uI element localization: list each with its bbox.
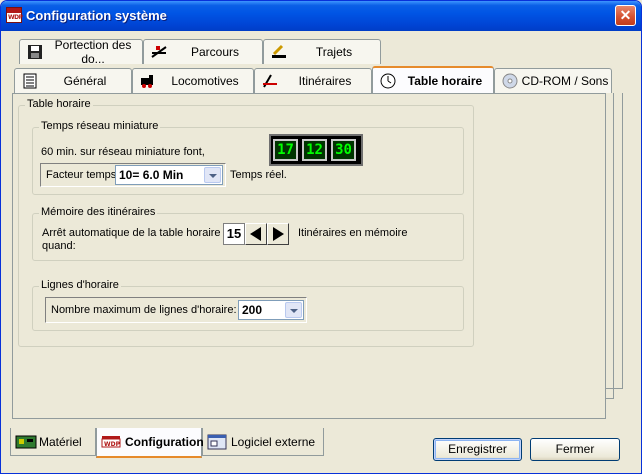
chevron-down-icon[interactable]	[204, 167, 221, 183]
memory-title: Mémoire des itinéraires	[39, 206, 158, 218]
decrement-button[interactable]	[245, 223, 267, 245]
tab-locomotives[interactable]: Locomotives	[132, 68, 254, 93]
wdp-config-icon: WDP	[101, 433, 121, 451]
route-edit-icon	[270, 43, 288, 61]
tab-table-horaire[interactable]: Table horaire	[372, 66, 494, 93]
close-window-button[interactable]: ✕	[615, 5, 636, 26]
memory-count-value[interactable]: 15	[223, 223, 245, 245]
close-button[interactable]: Fermer	[530, 438, 620, 461]
locomotive-icon	[139, 72, 157, 90]
svg-text:WDP: WDP	[104, 441, 121, 448]
switch-track-icon	[150, 43, 168, 61]
memory-label-line1: Arrêt automatique de la table horaire	[42, 227, 221, 239]
real-time-label: Temps réel.	[230, 169, 287, 181]
app-icon: WDP	[6, 7, 23, 23]
max-lines-label: Nombre maximum de lignes d'horaire:	[51, 304, 237, 316]
clock-icon	[379, 72, 397, 90]
factor-label: Facteur temps:	[46, 169, 120, 181]
memory-suffix: Itinéraires en mémoire	[298, 227, 408, 239]
itinerary-icon	[261, 72, 279, 90]
tab-general[interactable]: Général	[14, 68, 132, 93]
title-bar[interactable]: WDP Configuration système ✕	[1, 1, 641, 31]
tab-trajets[interactable]: Trajets	[263, 39, 381, 64]
model-clock-display: 17 12 30	[269, 134, 363, 166]
chevron-down-icon[interactable]	[285, 302, 302, 318]
clock-minutes: 12	[302, 139, 327, 161]
external-software-icon	[207, 433, 227, 451]
tab-logiciel-externe[interactable]: Logiciel externe	[202, 428, 324, 456]
outer-group-title: Table horaire	[25, 98, 93, 110]
tab-itineraires[interactable]: Itinéraires	[254, 68, 372, 93]
window-title: Configuration système	[26, 8, 167, 23]
model-time-description: 60 min. sur réseau miniature font,	[41, 146, 205, 158]
increment-button[interactable]	[267, 223, 289, 245]
floppy-disk-icon	[26, 43, 44, 61]
tab-protection[interactable]: Portection des do...	[19, 38, 143, 66]
tab-materiel[interactable]: Matériel	[10, 428, 96, 456]
tab-cd-rom-sons[interactable]: CD-ROM / Sons	[494, 68, 612, 93]
cd-rom-icon	[501, 72, 519, 90]
clock-seconds: 30	[331, 139, 356, 161]
save-button[interactable]: Enregistrer	[433, 438, 522, 461]
arrow-left-icon	[250, 227, 261, 241]
tab-parcours[interactable]: Parcours	[143, 39, 263, 64]
arrow-right-icon	[273, 227, 284, 241]
max-lines-select[interactable]: 200	[238, 300, 304, 320]
memory-label-line2: quand:	[42, 240, 76, 252]
hardware-board-icon	[15, 433, 37, 451]
model-time-title: Temps réseau miniature	[39, 120, 161, 132]
clock-hours: 17	[273, 139, 298, 161]
list-icon	[21, 72, 39, 90]
configuration-window: WDP Configuration système ✕ Portection d…	[0, 0, 642, 474]
tab-configuration[interactable]: WDP Configuration	[96, 428, 204, 458]
timetable-lines-title: Lignes d'horaire	[39, 279, 121, 291]
time-factor-select[interactable]: 10= 6.0 Min	[115, 165, 223, 185]
